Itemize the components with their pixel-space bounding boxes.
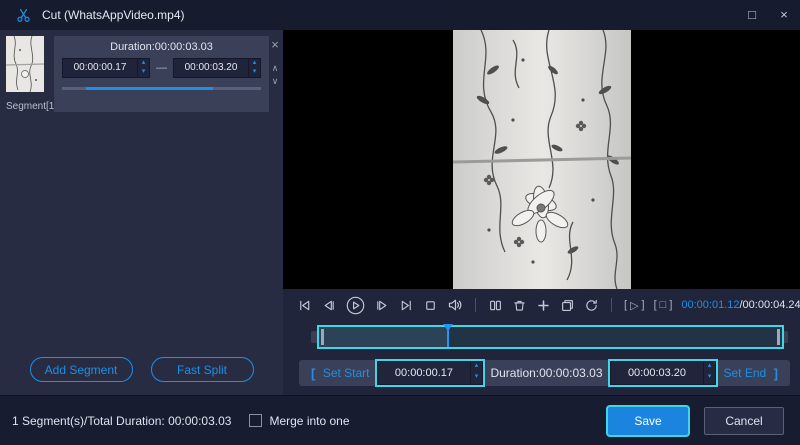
add-segment-button[interactable]: Add Segment — [29, 357, 133, 382]
trim-end-spinner[interactable]: 00:00:03.20 ▴ ▾ — [610, 361, 716, 385]
video-preview — [283, 30, 800, 289]
volume-button[interactable] — [447, 297, 463, 313]
remove-segment-icon[interactable]: × — [271, 38, 279, 51]
close-button[interactable]: × — [768, 0, 800, 30]
stop-small-icon: □ — [659, 299, 667, 311]
time-display: 00:00:01.12/00:00:04.24 — [681, 299, 800, 311]
merge-checkbox[interactable] — [249, 414, 263, 427]
maximize-button[interactable]: □ — [736, 0, 768, 30]
play-button[interactable] — [345, 295, 366, 316]
current-time: 00:00:01.12 — [681, 299, 740, 311]
segment-card[interactable]: Duration:00:00:03.03 00:00:00.17 ▴ ▾ — 0… — [54, 36, 269, 112]
segment-thumbnail[interactable] — [6, 36, 44, 92]
delete-segment-button[interactable] — [512, 298, 527, 313]
bracket-icon: ] — [669, 299, 673, 311]
spin-up-icon[interactable]: ▴ — [249, 59, 260, 68]
stop-button[interactable] — [423, 298, 438, 313]
timeline-track[interactable] — [311, 324, 788, 349]
played-region — [318, 327, 449, 347]
video-frame — [452, 30, 631, 289]
merge-option: Merge into one — [249, 413, 350, 428]
player-controls: [▷] [□] 00:00:01.12/00:00:04.24 — [283, 289, 800, 321]
timeline-row — [283, 321, 800, 353]
segment-end-value: 00:00:03.20 — [184, 62, 238, 73]
skip-end-button[interactable] — [399, 298, 414, 313]
fast-split-button[interactable]: Fast Split — [150, 357, 254, 382]
bracket-icon: [ — [653, 299, 657, 311]
main-area: [▷] [□] 00:00:01.12/00:00:04.24 [Set St… — [283, 30, 800, 395]
spin-down-icon[interactable]: ▾ — [138, 68, 149, 77]
segment-label: Segment[1] — [6, 101, 58, 112]
set-start-button[interactable]: Set Start — [323, 366, 370, 380]
segment-row: Segment[1] Duration:00:00:03.03 00:00:00… — [0, 30, 283, 112]
play-small-icon: ▷ — [630, 299, 639, 312]
divider — [611, 298, 612, 312]
spin-up-icon[interactable]: ▴ — [704, 362, 715, 373]
save-button[interactable]: Save — [608, 406, 688, 435]
window-controls: □ × — [736, 0, 800, 30]
stop-preview-button[interactable]: [□] — [654, 299, 673, 311]
segment-side-controls: × ∧ ∨ — [269, 36, 281, 112]
trim-controls-row: [ Set Start 00:00:00.17 ▴ ▾ Duration:00:… — [283, 353, 800, 395]
footer-bar: 1 Segment(s)/Total Duration: 00:00:03.03… — [0, 395, 800, 445]
copy-segment-button[interactable] — [560, 298, 575, 313]
spin-up-icon[interactable]: ▴ — [471, 362, 482, 373]
cancel-button[interactable]: Cancel — [704, 406, 784, 435]
segment-actions: Add Segment Fast Split — [0, 357, 283, 382]
bracket-icon: [ — [624, 299, 628, 311]
trim-end-value: 00:00:03.20 — [627, 367, 687, 379]
start-bracket-icon: [ — [311, 365, 316, 381]
move-up-icon[interactable]: ∧ — [272, 64, 279, 73]
preview-segment-button[interactable]: [▷] — [624, 299, 645, 312]
cut-dialog-window: Cut (WhatsAppVideo.mp4) □ × Segment[1] D… — [0, 0, 800, 445]
spin-down-icon[interactable]: ▾ — [704, 373, 715, 384]
previous-frame-button[interactable] — [321, 298, 336, 313]
trim-end-handle[interactable] — [777, 329, 781, 345]
move-down-icon[interactable]: ∨ — [272, 77, 279, 86]
spin-up-icon[interactable]: ▴ — [138, 59, 149, 68]
segment-start-value: 00:00:00.17 — [73, 62, 127, 73]
skip-start-button[interactable] — [297, 298, 312, 313]
segment-progress-bar — [62, 87, 261, 90]
trim-start-spinner[interactable]: 00:00:00.17 ▴ ▾ — [376, 361, 483, 385]
spin-down-icon[interactable]: ▾ — [249, 68, 260, 77]
trim-start-value: 00:00:00.17 — [394, 367, 454, 379]
timeline-selection[interactable] — [316, 324, 785, 349]
window-title: Cut (WhatsAppVideo.mp4) — [42, 8, 185, 22]
range-dash: — — [156, 62, 167, 74]
reset-button[interactable] — [584, 298, 599, 313]
segment-start-spinner[interactable]: 00:00:00.17 ▴ ▾ — [62, 58, 150, 78]
trim-strip: [ Set Start 00:00:00.17 ▴ ▾ Duration:00:… — [299, 360, 790, 386]
merge-label: Merge into one — [269, 413, 350, 428]
trim-duration-label: Duration:00:00:03.03 — [490, 366, 603, 380]
trim-start-handle[interactable] — [320, 329, 324, 345]
segment-duration-label: Duration:00:00:03.03 — [110, 41, 213, 53]
set-end-button[interactable]: Set End — [723, 366, 766, 380]
segment-end-spinner[interactable]: 00:00:03.20 ▴ ▾ — [173, 58, 261, 78]
spin-down-icon[interactable]: ▾ — [471, 373, 482, 384]
divider — [475, 298, 476, 312]
scissors-icon — [16, 7, 32, 23]
add-segment-icon-button[interactable] — [536, 298, 551, 313]
segments-summary: 1 Segment(s)/Total Duration: 00:00:03.03 — [12, 413, 232, 428]
playhead-line — [447, 325, 450, 347]
total-time: /00:00:04.24 — [739, 299, 800, 311]
next-frame-button[interactable] — [375, 298, 390, 313]
split-segment-button[interactable] — [488, 298, 503, 313]
titlebar: Cut (WhatsAppVideo.mp4) □ × — [0, 0, 800, 30]
segment-progress-fill — [85, 87, 214, 90]
bracket-icon: ] — [641, 299, 645, 311]
segment-panel: Segment[1] Duration:00:00:03.03 00:00:00… — [0, 30, 283, 395]
end-bracket-icon: ] — [773, 365, 778, 381]
